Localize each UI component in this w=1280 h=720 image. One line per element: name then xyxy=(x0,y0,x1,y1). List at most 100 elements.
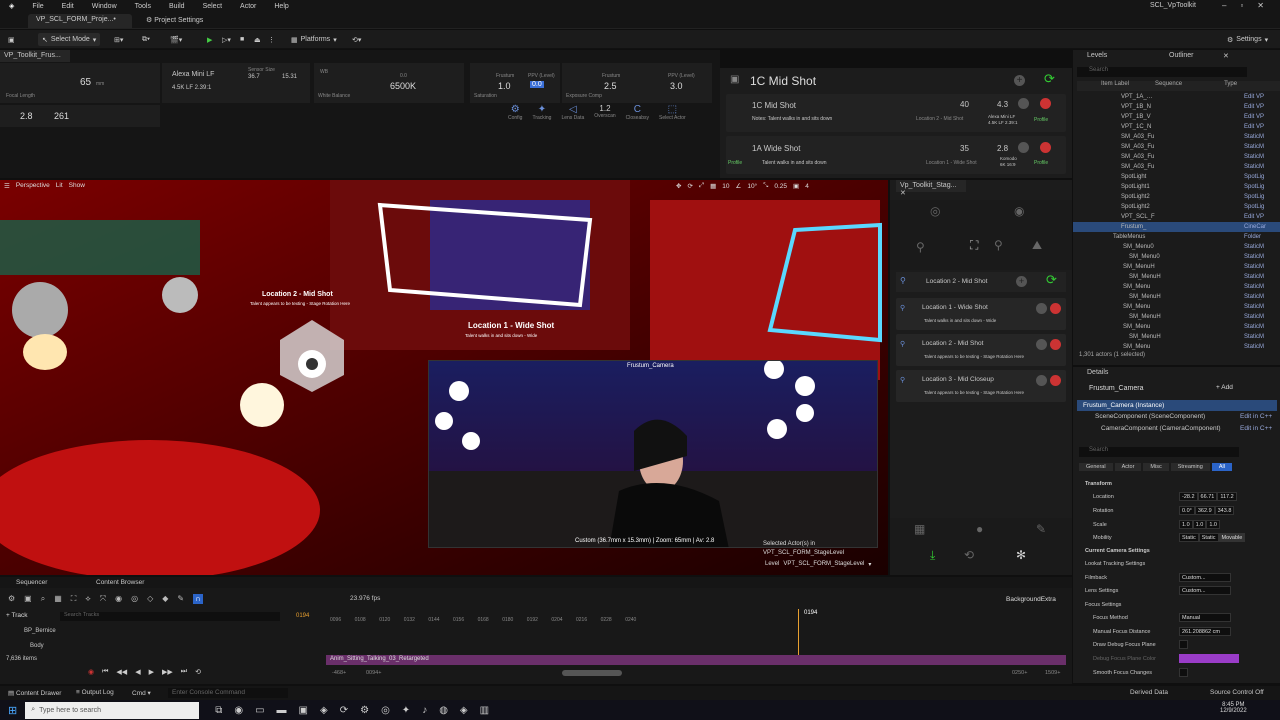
mobility-static[interactable]: Static xyxy=(1179,533,1199,542)
filter-misc[interactable]: Misc xyxy=(1143,463,1169,471)
outliner-row[interactable]: SpotLight1 SpotLig xyxy=(1073,182,1280,192)
fstop-distance-box[interactable]: 2.8 261 xyxy=(0,105,160,127)
white-balance-box[interactable]: WB 0.0 6500K White Balance xyxy=(314,63,464,103)
media-icon[interactable]: ◎ xyxy=(381,705,390,716)
overscan-button[interactable]: 1.2 Overscan xyxy=(594,104,615,130)
outliner-row[interactable]: SM_Menu0 StaticM xyxy=(1073,252,1280,262)
auto-key-icon[interactable]: ◎ xyxy=(131,594,138,604)
close-icon[interactable]: ✕ xyxy=(1223,52,1229,60)
focus-method-dropdown[interactable]: Manual xyxy=(1179,613,1231,622)
location-pin-icon[interactable]: ⚲ xyxy=(916,240,925,254)
eject-icon[interactable]: ⏏ xyxy=(254,33,261,46)
pin-icon[interactable]: ⚲ xyxy=(994,238,1003,252)
close-icon[interactable]: ✕ xyxy=(900,190,906,197)
outliner-row[interactable]: SM_A03_Fu StaticM xyxy=(1073,132,1280,142)
location-x[interactable]: -28.2 xyxy=(1179,492,1198,501)
record-icon[interactable] xyxy=(1036,375,1047,386)
delete-icon[interactable] xyxy=(1040,98,1051,109)
menu-edit[interactable]: Edit xyxy=(53,3,83,10)
diamond-icon[interactable]: ◇ xyxy=(147,594,153,604)
track-bp-bernice[interactable]: BP_Bernice xyxy=(24,628,56,634)
frustum-box-1[interactable]: Frustum 1.0 PPV (Level) 0.0 Saturation xyxy=(470,63,560,103)
outliner-row[interactable]: SM_MenuH StaticM xyxy=(1073,332,1280,342)
options-icon[interactable]: ⚙ xyxy=(8,594,15,604)
record-icon[interactable] xyxy=(1018,142,1029,153)
outliner-row[interactable]: SM_Menu StaticM xyxy=(1073,322,1280,332)
marker-icon[interactable]: ✎ xyxy=(1036,522,1046,536)
lookat-section[interactable]: Lookat Tracking Settings xyxy=(1073,557,1280,570)
debug-color-swatch[interactable] xyxy=(1179,654,1239,663)
outliner-row[interactable]: SM_Menu StaticM xyxy=(1073,302,1280,312)
filmback-dropdown[interactable]: Custom... xyxy=(1179,573,1231,582)
camera-speed-value[interactable]: 4 xyxy=(805,183,809,190)
play-icon[interactable]: ▶ xyxy=(149,668,154,676)
location-row[interactable]: ⚲ Location 2 - Mid Shot Talent appears t… xyxy=(896,334,1066,366)
timeline-ruler[interactable]: 0096 0108 0120 0132 0144 0156 0168 0180 0192 0204… xyxy=(326,617,1066,627)
select-mode-dropdown[interactable]: ↖ Select Mode ▾ xyxy=(38,33,101,46)
grid-snap-value[interactable]: 10 xyxy=(722,183,729,190)
col-item-label[interactable]: Item Label xyxy=(1101,81,1129,91)
tab-project-settings[interactable]: ⚙ Project Settings xyxy=(138,14,218,28)
viewport-menu-icon[interactable]: ☰ xyxy=(4,182,10,190)
render-icon[interactable]: ⛶ xyxy=(71,594,77,604)
settings-icon[interactable]: ⚙ xyxy=(360,705,369,716)
location-row[interactable]: ⚲ Location 3 - Mid Closeup Talent appear… xyxy=(896,370,1066,402)
maximize-icon[interactable]: ▫ xyxy=(1240,1,1243,10)
location-row[interactable]: ⚲ Location 1 - Wide Shot Talent walks in… xyxy=(896,298,1066,330)
clock[interactable]: 8:45 PM 12/9/2022 xyxy=(1220,702,1247,714)
source-control-icon[interactable]: ⟲▾ xyxy=(352,33,361,46)
location-z[interactable]: 117.2 xyxy=(1217,492,1237,501)
find-icon[interactable]: ⌕ xyxy=(41,594,45,604)
source-control-button[interactable]: Source Control Off xyxy=(1210,689,1264,696)
angle-snap-value[interactable]: 10° xyxy=(747,183,757,190)
menu-window[interactable]: Window xyxy=(83,3,126,10)
task-view-icon[interactable]: ⧉ xyxy=(215,705,222,716)
close-icon[interactable]: ✕ xyxy=(1257,1,1264,10)
download-icon[interactable]: ⤓ xyxy=(930,548,935,563)
film-icon[interactable]: ▦ xyxy=(54,594,62,604)
delete-icon[interactable] xyxy=(1050,339,1061,350)
outliner-row[interactable]: TableMenus Folder xyxy=(1073,232,1280,242)
closeabsy-button[interactable]: C Closeabsy xyxy=(626,104,649,130)
scale-y[interactable]: 1.0 xyxy=(1192,520,1207,529)
play-icon[interactable]: ▶ xyxy=(207,33,212,46)
ue-logo-icon[interactable]: ◈ xyxy=(0,2,23,10)
tab-project[interactable]: VP_SCL_FORM_Proje...• xyxy=(28,14,132,28)
rotation-y[interactable]: 362.9 xyxy=(1194,506,1215,515)
tab-sequencer[interactable]: Sequencer xyxy=(16,579,47,586)
minimize-icon[interactable]: – xyxy=(1222,1,1226,10)
menu-build[interactable]: Build xyxy=(160,3,194,10)
explorer-icon[interactable]: ▬ xyxy=(277,705,287,716)
outliner-row[interactable]: SM_MenuH StaticM xyxy=(1073,292,1280,302)
record-icon[interactable] xyxy=(1018,98,1029,109)
derived-data-button[interactable]: Derived Data xyxy=(1130,689,1168,696)
play-options-icon[interactable]: ▷▾ xyxy=(222,33,231,46)
rotation-z[interactable]: 343.8 xyxy=(1214,506,1235,515)
outliner-row[interactable]: SM_MenuH StaticM xyxy=(1073,272,1280,282)
mobility-stationary[interactable]: Static xyxy=(1198,533,1219,542)
filter-all[interactable]: All xyxy=(1211,463,1232,471)
outliner-row[interactable]: VPT_1C_N Edit VP xyxy=(1073,122,1280,132)
unreal-active-icon[interactable]: ◈ xyxy=(460,705,468,716)
timeline-scrollbar[interactable] xyxy=(562,670,622,676)
outliner-row[interactable]: SM_Menu0 StaticM xyxy=(1073,242,1280,252)
skip-start-icon[interactable]: ⏮ xyxy=(102,668,108,676)
record-icon[interactable]: ◉ xyxy=(88,668,94,676)
outliner-row[interactable]: SM_A03_Fu StaticM xyxy=(1073,142,1280,152)
outliner-row[interactable]: VPT_1B_N Edit VP xyxy=(1073,102,1280,112)
levels-tab[interactable]: Levels xyxy=(1087,52,1107,59)
director-chair-icon[interactable]: ⛶ xyxy=(970,238,978,253)
next-key-icon[interactable]: ▶▶ xyxy=(162,668,173,676)
rotate-icon[interactable]: ⟳ xyxy=(687,182,692,190)
landscape-icon[interactable]: ⛰ xyxy=(1032,238,1042,253)
profile-button[interactable]: Profile xyxy=(1034,117,1048,123)
tool-icon[interactable]: ✦ xyxy=(402,705,410,716)
track-search[interactable]: Search Tracks xyxy=(60,612,280,621)
range-start[interactable]: -468+ xyxy=(332,670,346,676)
config-button[interactable]: ⚙ Config xyxy=(508,104,522,130)
current-location-row[interactable]: ⚲ Location 2 - Mid Shot + ⟳ xyxy=(896,272,1066,292)
show-button[interactable]: Show xyxy=(69,182,85,190)
snowflake-icon[interactable]: ✻ xyxy=(1016,548,1026,562)
scale-x[interactable]: 1.0 xyxy=(1179,520,1193,529)
stage-view-icon[interactable]: ◉ xyxy=(1014,204,1024,218)
